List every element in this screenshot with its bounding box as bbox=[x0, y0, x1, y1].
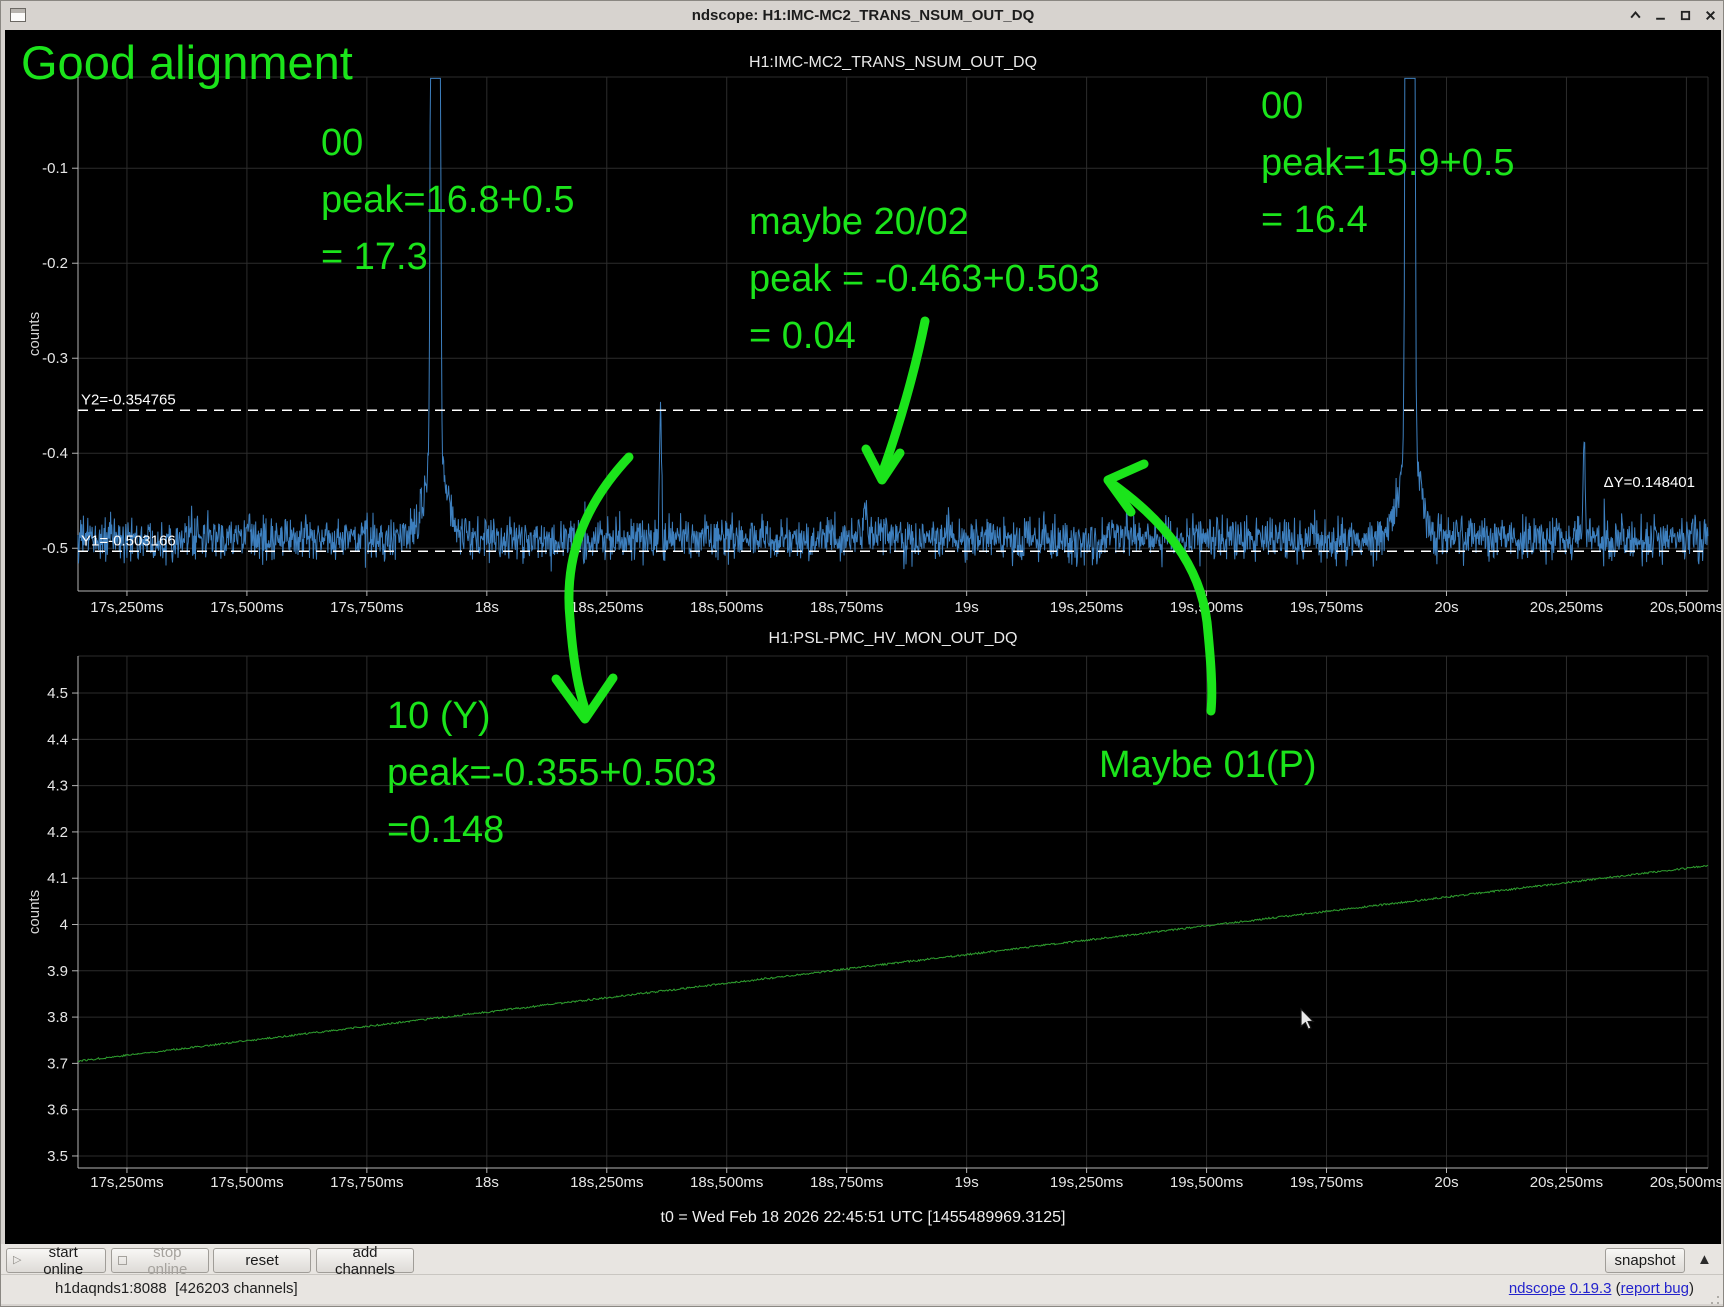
svg-text:19s,500ms: 19s,500ms bbox=[1170, 599, 1243, 616]
add-channels-button[interactable]: add channels bbox=[316, 1248, 414, 1273]
ndscope-link[interactable]: ndscope bbox=[1509, 1280, 1566, 1297]
svg-text:20s,250ms: 20s,250ms bbox=[1530, 1174, 1603, 1191]
svg-text:17s,750ms: 17s,750ms bbox=[330, 599, 403, 616]
svg-text:20s: 20s bbox=[1434, 1174, 1458, 1191]
svg-text:3.7: 3.7 bbox=[47, 1055, 68, 1072]
stop-online-button[interactable]: stop online bbox=[111, 1248, 209, 1273]
svg-text:counts: counts bbox=[26, 312, 43, 356]
svg-text:19s,750ms: 19s,750ms bbox=[1290, 1174, 1363, 1191]
svg-text:20s,500ms: 20s,500ms bbox=[1650, 1174, 1721, 1191]
svg-text:4.5: 4.5 bbox=[47, 685, 68, 702]
svg-text:3.6: 3.6 bbox=[47, 1102, 68, 1119]
toolbar: ▷ start online stop online reset add cha… bbox=[1, 1244, 1724, 1275]
ndscope-window: ndscope: H1:IMC-MC2_TRANS_NSUM_OUT_DQ -0… bbox=[0, 0, 1724, 1307]
svg-text:18s,750ms: 18s,750ms bbox=[810, 599, 883, 616]
svg-text:4.2: 4.2 bbox=[47, 824, 68, 841]
svg-text:3.5: 3.5 bbox=[47, 1148, 68, 1165]
svg-text:ΔY=0.148401: ΔY=0.148401 bbox=[1604, 474, 1695, 491]
svg-text:Y1=-0.503166: Y1=-0.503166 bbox=[81, 532, 176, 549]
svg-text:17s,250ms: 17s,250ms bbox=[90, 1174, 163, 1191]
svg-text:17s,750ms: 17s,750ms bbox=[330, 1174, 403, 1191]
svg-text:18s: 18s bbox=[475, 599, 499, 616]
close-button[interactable] bbox=[1703, 9, 1717, 23]
svg-text:-0.4: -0.4 bbox=[42, 445, 68, 462]
snapshot-button[interactable]: snapshot bbox=[1605, 1248, 1685, 1273]
minimize-button[interactable] bbox=[1653, 9, 1667, 23]
svg-text:H1:IMC-MC2_TRANS_NSUM_OUT_DQ: H1:IMC-MC2_TRANS_NSUM_OUT_DQ bbox=[749, 54, 1037, 71]
svg-text:20s: 20s bbox=[1434, 599, 1458, 616]
version-link[interactable]: 0.19.3 bbox=[1570, 1280, 1612, 1297]
svg-text:19s,750ms: 19s,750ms bbox=[1290, 599, 1363, 616]
start-online-button[interactable]: ▷ start online bbox=[6, 1248, 106, 1273]
svg-text:18s,750ms: 18s,750ms bbox=[810, 1174, 883, 1191]
svg-text:20s,250ms: 20s,250ms bbox=[1530, 599, 1603, 616]
about-links: ndscope 0.19.3 (report bug) bbox=[1509, 1280, 1694, 1297]
svg-text:3.8: 3.8 bbox=[47, 1009, 68, 1026]
reset-button[interactable]: reset bbox=[213, 1248, 311, 1273]
expand-arrow-icon[interactable]: ▲ bbox=[1697, 1251, 1712, 1268]
window-title: ndscope: H1:IMC-MC2_TRANS_NSUM_OUT_DQ bbox=[1, 7, 1724, 24]
svg-text:20s,500ms: 20s,500ms bbox=[1650, 599, 1721, 616]
svg-text:4.4: 4.4 bbox=[47, 731, 68, 748]
statusbar: h1daqnds1:8088 [426203 channels] ndscope… bbox=[1, 1275, 1724, 1304]
svg-text:-0.1: -0.1 bbox=[42, 160, 68, 177]
svg-text:19s,250ms: 19s,250ms bbox=[1050, 1174, 1123, 1191]
svg-text:4.3: 4.3 bbox=[47, 778, 68, 795]
svg-text:3.9: 3.9 bbox=[47, 963, 68, 980]
svg-text:17s,500ms: 17s,500ms bbox=[210, 1174, 283, 1191]
svg-text:-0.2: -0.2 bbox=[42, 255, 68, 272]
svg-text:19s,250ms: 19s,250ms bbox=[1050, 599, 1123, 616]
plot-region[interactable]: -0.1 -0.2 -0.3 -0.4 -0.5 17s,250ms 17s,500ms 17… bbox=[5, 30, 1721, 1244]
svg-text:18s,500ms: 18s,500ms bbox=[690, 599, 763, 616]
shade-button[interactable] bbox=[1628, 9, 1642, 23]
server-status: h1daqnds1:8088 [426203 channels] bbox=[55, 1280, 298, 1297]
play-icon: ▷ bbox=[13, 1255, 21, 1266]
svg-text:18s,500ms: 18s,500ms bbox=[690, 1174, 763, 1191]
stop-icon bbox=[118, 1256, 127, 1265]
titlebar[interactable]: ndscope: H1:IMC-MC2_TRANS_NSUM_OUT_DQ bbox=[1, 1, 1724, 30]
svg-text:18s: 18s bbox=[475, 1174, 499, 1191]
svg-text:Y2=-0.354765: Y2=-0.354765 bbox=[81, 391, 176, 408]
svg-text:-0.3: -0.3 bbox=[42, 350, 68, 367]
svg-text:18s,250ms: 18s,250ms bbox=[570, 1174, 643, 1191]
svg-text:18s,250ms: 18s,250ms bbox=[570, 599, 643, 616]
svg-text:17s,500ms: 17s,500ms bbox=[210, 599, 283, 616]
maximize-button[interactable] bbox=[1678, 9, 1692, 23]
svg-text:4: 4 bbox=[60, 916, 68, 933]
charts-canvas[interactable]: -0.1 -0.2 -0.3 -0.4 -0.5 17s,250ms 17s,500ms 17… bbox=[5, 30, 1721, 1244]
report-bug-link[interactable]: report bug bbox=[1621, 1280, 1689, 1297]
svg-text:19s: 19s bbox=[955, 599, 979, 616]
svg-text:19s,500ms: 19s,500ms bbox=[1170, 1174, 1243, 1191]
svg-text:H1:PSL-PMC_HV_MON_OUT_DQ: H1:PSL-PMC_HV_MON_OUT_DQ bbox=[769, 630, 1018, 647]
svg-text:4.1: 4.1 bbox=[47, 870, 68, 887]
svg-text:17s,250ms: 17s,250ms bbox=[90, 599, 163, 616]
svg-text:-0.5: -0.5 bbox=[42, 540, 68, 557]
svg-text:19s: 19s bbox=[955, 1174, 979, 1191]
svg-text:counts: counts bbox=[26, 890, 43, 934]
resize-grip[interactable] bbox=[1717, 1296, 1719, 1298]
